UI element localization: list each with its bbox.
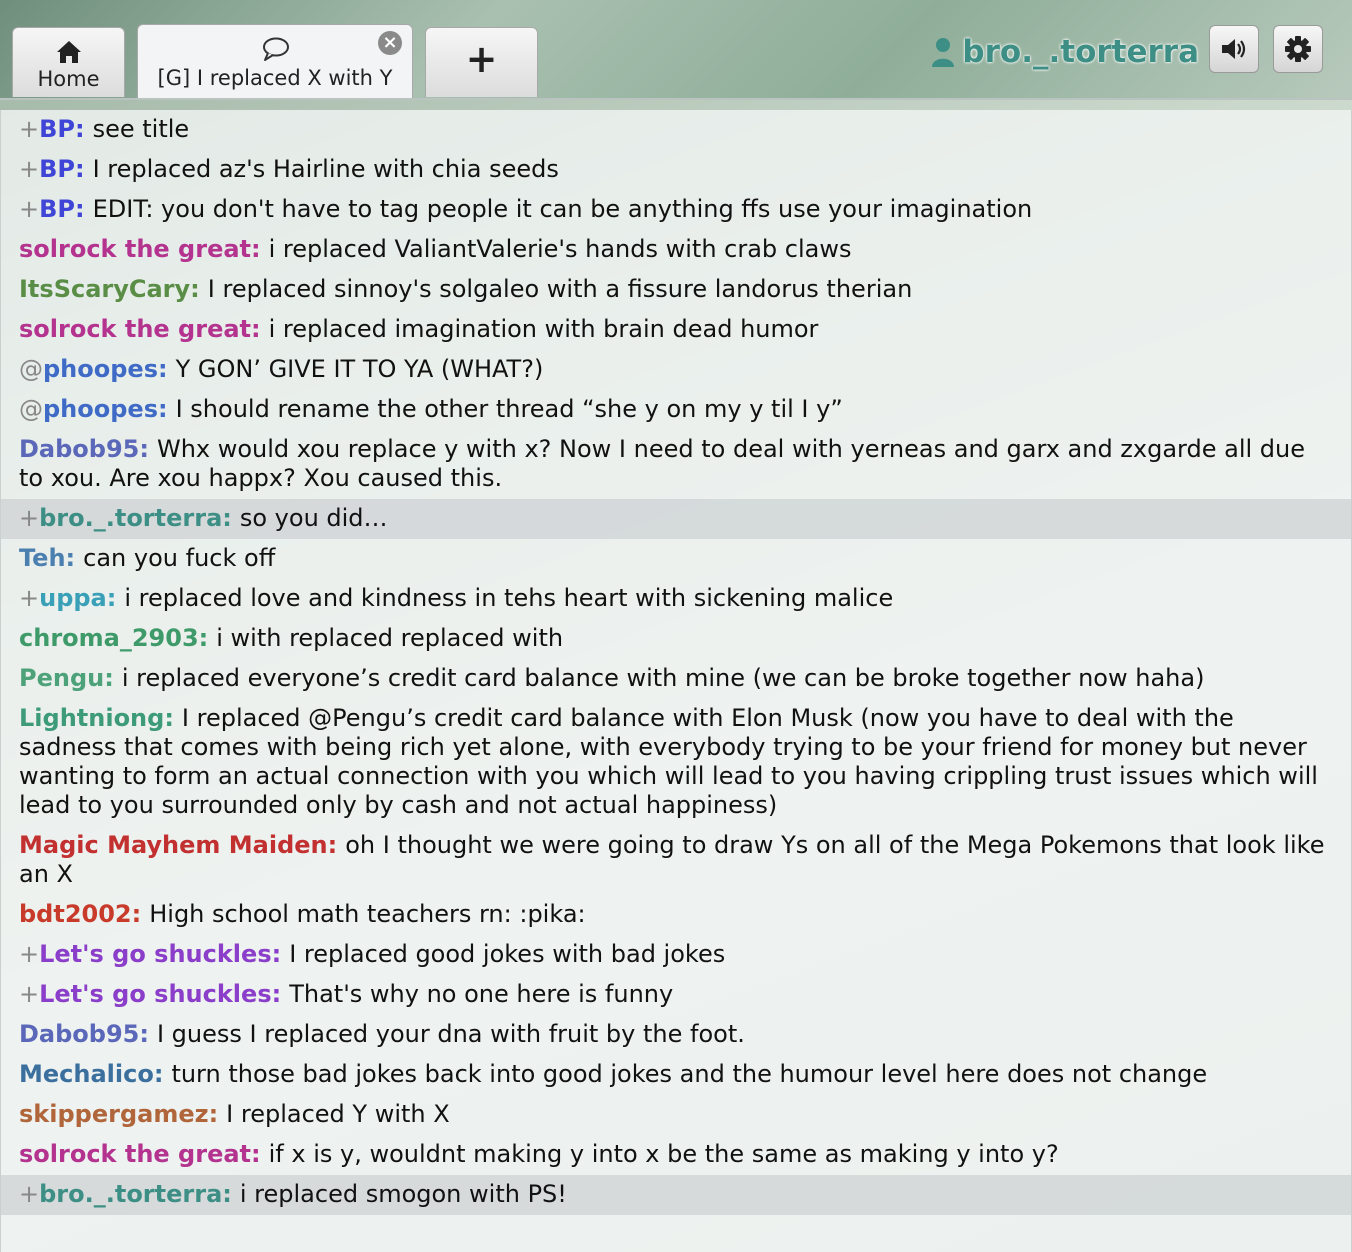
chat-message: chroma_2903: i with replaced replaced wit… — [1, 619, 1351, 659]
chat-message: Pengu: i replaced everyone’s credit card … — [1, 659, 1351, 699]
plus-icon: + — [465, 37, 498, 81]
chat-message: solrock the great: if x is y, wouldnt mak… — [1, 1135, 1351, 1175]
user-rank-symbol: + — [19, 940, 40, 968]
message-text: I replaced sinnoy's solgaleo with a fiss… — [207, 275, 913, 303]
message-username[interactable]: Pengu: — [19, 664, 114, 692]
chat-message: Dabob95: I guess I replaced your dna with… — [1, 1015, 1351, 1055]
message-text: I replaced @Pengu’s credit card balance … — [19, 704, 1318, 819]
home-icon — [56, 41, 81, 63]
message-text: i replaced everyone’s credit card balanc… — [121, 664, 1205, 692]
chat-message: skippergamez: I replaced Y with X — [1, 1095, 1351, 1135]
message-text: can you fuck off — [83, 544, 276, 572]
message-username[interactable]: phoopes: — [43, 355, 168, 383]
message-text: if x is y, wouldnt making y into x be th… — [268, 1140, 1059, 1168]
chat-message: ItsScaryCary: I replaced sinnoy's solgale… — [1, 270, 1351, 310]
chat-log[interactable]: +BP: see title +BP: I replaced az's Hairlin… — [0, 110, 1352, 1252]
message-text: see title — [92, 115, 190, 143]
chat-message: @phoopes: I should rename the other threa… — [1, 390, 1351, 430]
tab-home-label: Home — [37, 67, 100, 91]
message-text: Y GON’ GIVE IT TO YA (WHAT?) — [175, 355, 544, 383]
message-text: I guess I replaced your dna with fruit b… — [156, 1020, 745, 1048]
sound-button[interactable] — [1209, 25, 1259, 73]
message-username[interactable]: Dabob95: — [19, 435, 149, 463]
message-username[interactable]: solrock the great: — [19, 315, 261, 343]
message-username[interactable]: BP: — [39, 155, 84, 183]
user-rank-symbol: + — [19, 155, 40, 183]
chat-message: +BP: EDIT: you don't have to tag people i… — [1, 190, 1351, 230]
chat-message: solrock the great: i replaced ValiantVale… — [1, 230, 1351, 270]
message-username[interactable]: Let's go shuckles: — [39, 940, 281, 968]
user-icon — [932, 38, 955, 67]
message-text: i with replaced replaced with — [216, 624, 564, 652]
chat-message: Teh: can you fuck off — [1, 539, 1351, 579]
message-username[interactable]: Let's go shuckles: — [39, 980, 281, 1008]
message-text: EDIT: you don't have to tag people it ca… — [92, 195, 1033, 223]
chat-message: Lightniong: I replaced @Pengu’s credit ca… — [1, 699, 1351, 826]
chat-bubble-icon — [263, 37, 289, 61]
message-text: i replaced imagination with brain dead h… — [268, 315, 819, 343]
close-tab-icon[interactable]: × — [378, 31, 402, 55]
chat-message: Dabob95: Whx would xou replace y with x? … — [1, 430, 1351, 499]
message-text: Whx would xou replace y with x? Now I ne… — [19, 435, 1306, 492]
user-rank-symbol: + — [19, 115, 40, 143]
message-text: i replaced ValiantValerie's hands with c… — [268, 235, 852, 263]
chat-message: +bro._.torterra: i replaced smogon with P… — [1, 1175, 1351, 1215]
top-bar: Home [G] I replaced X with Y × + bro._.t… — [0, 0, 1352, 100]
message-username[interactable]: skippergamez: — [19, 1100, 218, 1128]
tab-home[interactable]: Home — [12, 27, 125, 97]
chat-message: Magic Mayhem Maiden: oh I thought we were… — [1, 826, 1351, 895]
message-username[interactable]: Dabob95: — [19, 1020, 149, 1048]
message-text: I replaced az's Hairline with chia seeds — [92, 155, 559, 183]
message-username[interactable]: solrock the great: — [19, 235, 261, 263]
message-username[interactable]: ItsScaryCary: — [19, 275, 200, 303]
message-username[interactable]: uppa: — [39, 584, 116, 612]
gear-icon — [1285, 36, 1311, 62]
chat-message: @phoopes: Y GON’ GIVE IT TO YA (WHAT?) — [1, 350, 1351, 390]
message-username[interactable]: bro._.torterra: — [39, 1180, 232, 1208]
chat-message: +BP: I replaced az's Hairline with chia s… — [1, 150, 1351, 190]
new-tab-button[interactable]: + — [425, 27, 538, 97]
message-text: I replaced Y with X — [226, 1100, 450, 1128]
message-text: i replaced love and kindness in tehs hea… — [124, 584, 894, 612]
chat-message: solrock the great: i replaced imagination… — [1, 310, 1351, 350]
message-text: turn those bad jokes back into good joke… — [171, 1060, 1208, 1088]
user-rank-symbol: + — [19, 584, 40, 612]
chat-message: bdt2002: High school math teachers rn: :p… — [1, 895, 1351, 935]
tab-room[interactable]: [G] I replaced X with Y × — [137, 24, 413, 98]
message-username[interactable]: Teh: — [19, 544, 75, 572]
message-username[interactable]: bdt2002: — [19, 900, 141, 928]
tab-room-label: [G] I replaced X with Y — [157, 66, 393, 90]
user-rank-symbol: @ — [19, 355, 43, 383]
message-text: High school math teachers rn: :pika: — [149, 900, 586, 928]
chat-message: +BP: see title — [1, 110, 1351, 150]
user-area[interactable]: bro._.torterra — [930, 32, 1199, 72]
message-text: I should rename the other thread “she y … — [175, 395, 843, 423]
user-rank-symbol: + — [19, 1180, 40, 1208]
message-username[interactable]: phoopes: — [43, 395, 168, 423]
message-username[interactable]: Lightniong: — [19, 704, 174, 732]
chat-message: +uppa: i replaced love and kindness in te… — [1, 579, 1351, 619]
user-rank-symbol: @ — [19, 395, 43, 423]
message-username[interactable]: BP: — [39, 195, 84, 223]
settings-button[interactable] — [1273, 25, 1323, 73]
message-username[interactable]: Mechalico: — [19, 1060, 163, 1088]
speaker-icon — [1222, 39, 1246, 59]
user-rank-symbol: + — [19, 195, 40, 223]
chat-message: Mechalico: turn those bad jokes back into… — [1, 1055, 1351, 1095]
message-text: That's why no one here is funny — [289, 980, 674, 1008]
chat-message: +bro._.torterra: so you did… — [1, 499, 1351, 539]
user-rank-symbol: + — [19, 980, 40, 1008]
message-text: I replaced good jokes with bad jokes — [289, 940, 726, 968]
chat-message: +Let's go shuckles: That's why no one her… — [1, 975, 1351, 1015]
message-text: so you did… — [239, 504, 388, 532]
message-text: i replaced smogon with PS! — [239, 1180, 567, 1208]
message-username[interactable]: bro._.torterra: — [39, 504, 232, 532]
message-username[interactable]: BP: — [39, 115, 84, 143]
message-username[interactable]: solrock the great: — [19, 1140, 261, 1168]
user-rank-symbol: + — [19, 504, 40, 532]
message-username[interactable]: chroma_2903: — [19, 624, 208, 652]
message-username[interactable]: Magic Mayhem Maiden: — [19, 831, 337, 859]
username[interactable]: bro._.torterra — [962, 34, 1199, 70]
chat-message: +Let's go shuckles: I replaced good jokes… — [1, 935, 1351, 975]
